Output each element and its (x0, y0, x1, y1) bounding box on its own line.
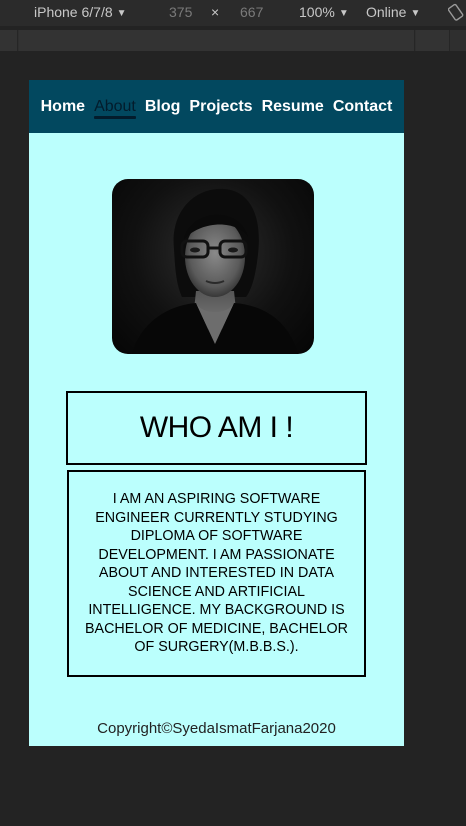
network-select[interactable]: Online ▼ (366, 4, 420, 20)
portrait-illustration (132, 188, 298, 354)
page-title: WHO AM I ! (139, 411, 294, 444)
device-select[interactable]: iPhone 6/7/8 ▼ (34, 4, 127, 20)
device-toolbar: iPhone 6/7/8 ▼ 375 × 667 100% ▼ Online ▼ (0, 0, 466, 26)
profile-photo (112, 179, 314, 354)
nav-about[interactable]: About (90, 98, 141, 119)
ruler-segment[interactable] (0, 30, 18, 51)
page-viewport: Home About Blog Projects Resume Contact (29, 80, 404, 746)
nav-resume[interactable]: Resume (257, 98, 328, 116)
ruler-segment[interactable] (416, 30, 450, 51)
nav-blog[interactable]: Blog (140, 98, 185, 116)
zoom-value: 100% (299, 4, 335, 20)
ruler-segment[interactable] (19, 30, 415, 51)
heading-box: WHO AM I ! (66, 391, 367, 465)
media-query-bar (0, 30, 466, 51)
chevron-down-icon: ▼ (410, 8, 421, 19)
main-nav: Home About Blog Projects Resume Contact (29, 80, 404, 133)
device-name: iPhone 6/7/8 (34, 4, 113, 20)
bio-box: I AM AN ASPIRING SOFTWARE ENGINEER CURRE… (67, 470, 366, 677)
bio-text: I AM AN ASPIRING SOFTWARE ENGINEER CURRE… (85, 491, 348, 656)
times-icon: × (211, 4, 220, 20)
width-input[interactable]: 375 (169, 4, 192, 20)
chevron-down-icon: ▼ (338, 8, 349, 19)
height-input[interactable]: 667 (240, 4, 263, 20)
copyright-footer: Copyright©SyedaIsmatFarjana2020 (97, 720, 336, 737)
chevron-down-icon: ▼ (116, 8, 127, 19)
zoom-select[interactable]: 100% ▼ (299, 4, 349, 20)
nav-home[interactable]: Home (36, 98, 89, 116)
nav-projects[interactable]: Projects (185, 98, 257, 116)
nav-contact[interactable]: Contact (328, 98, 397, 116)
rotate-icon[interactable] (448, 3, 464, 21)
network-value: Online (366, 4, 407, 20)
